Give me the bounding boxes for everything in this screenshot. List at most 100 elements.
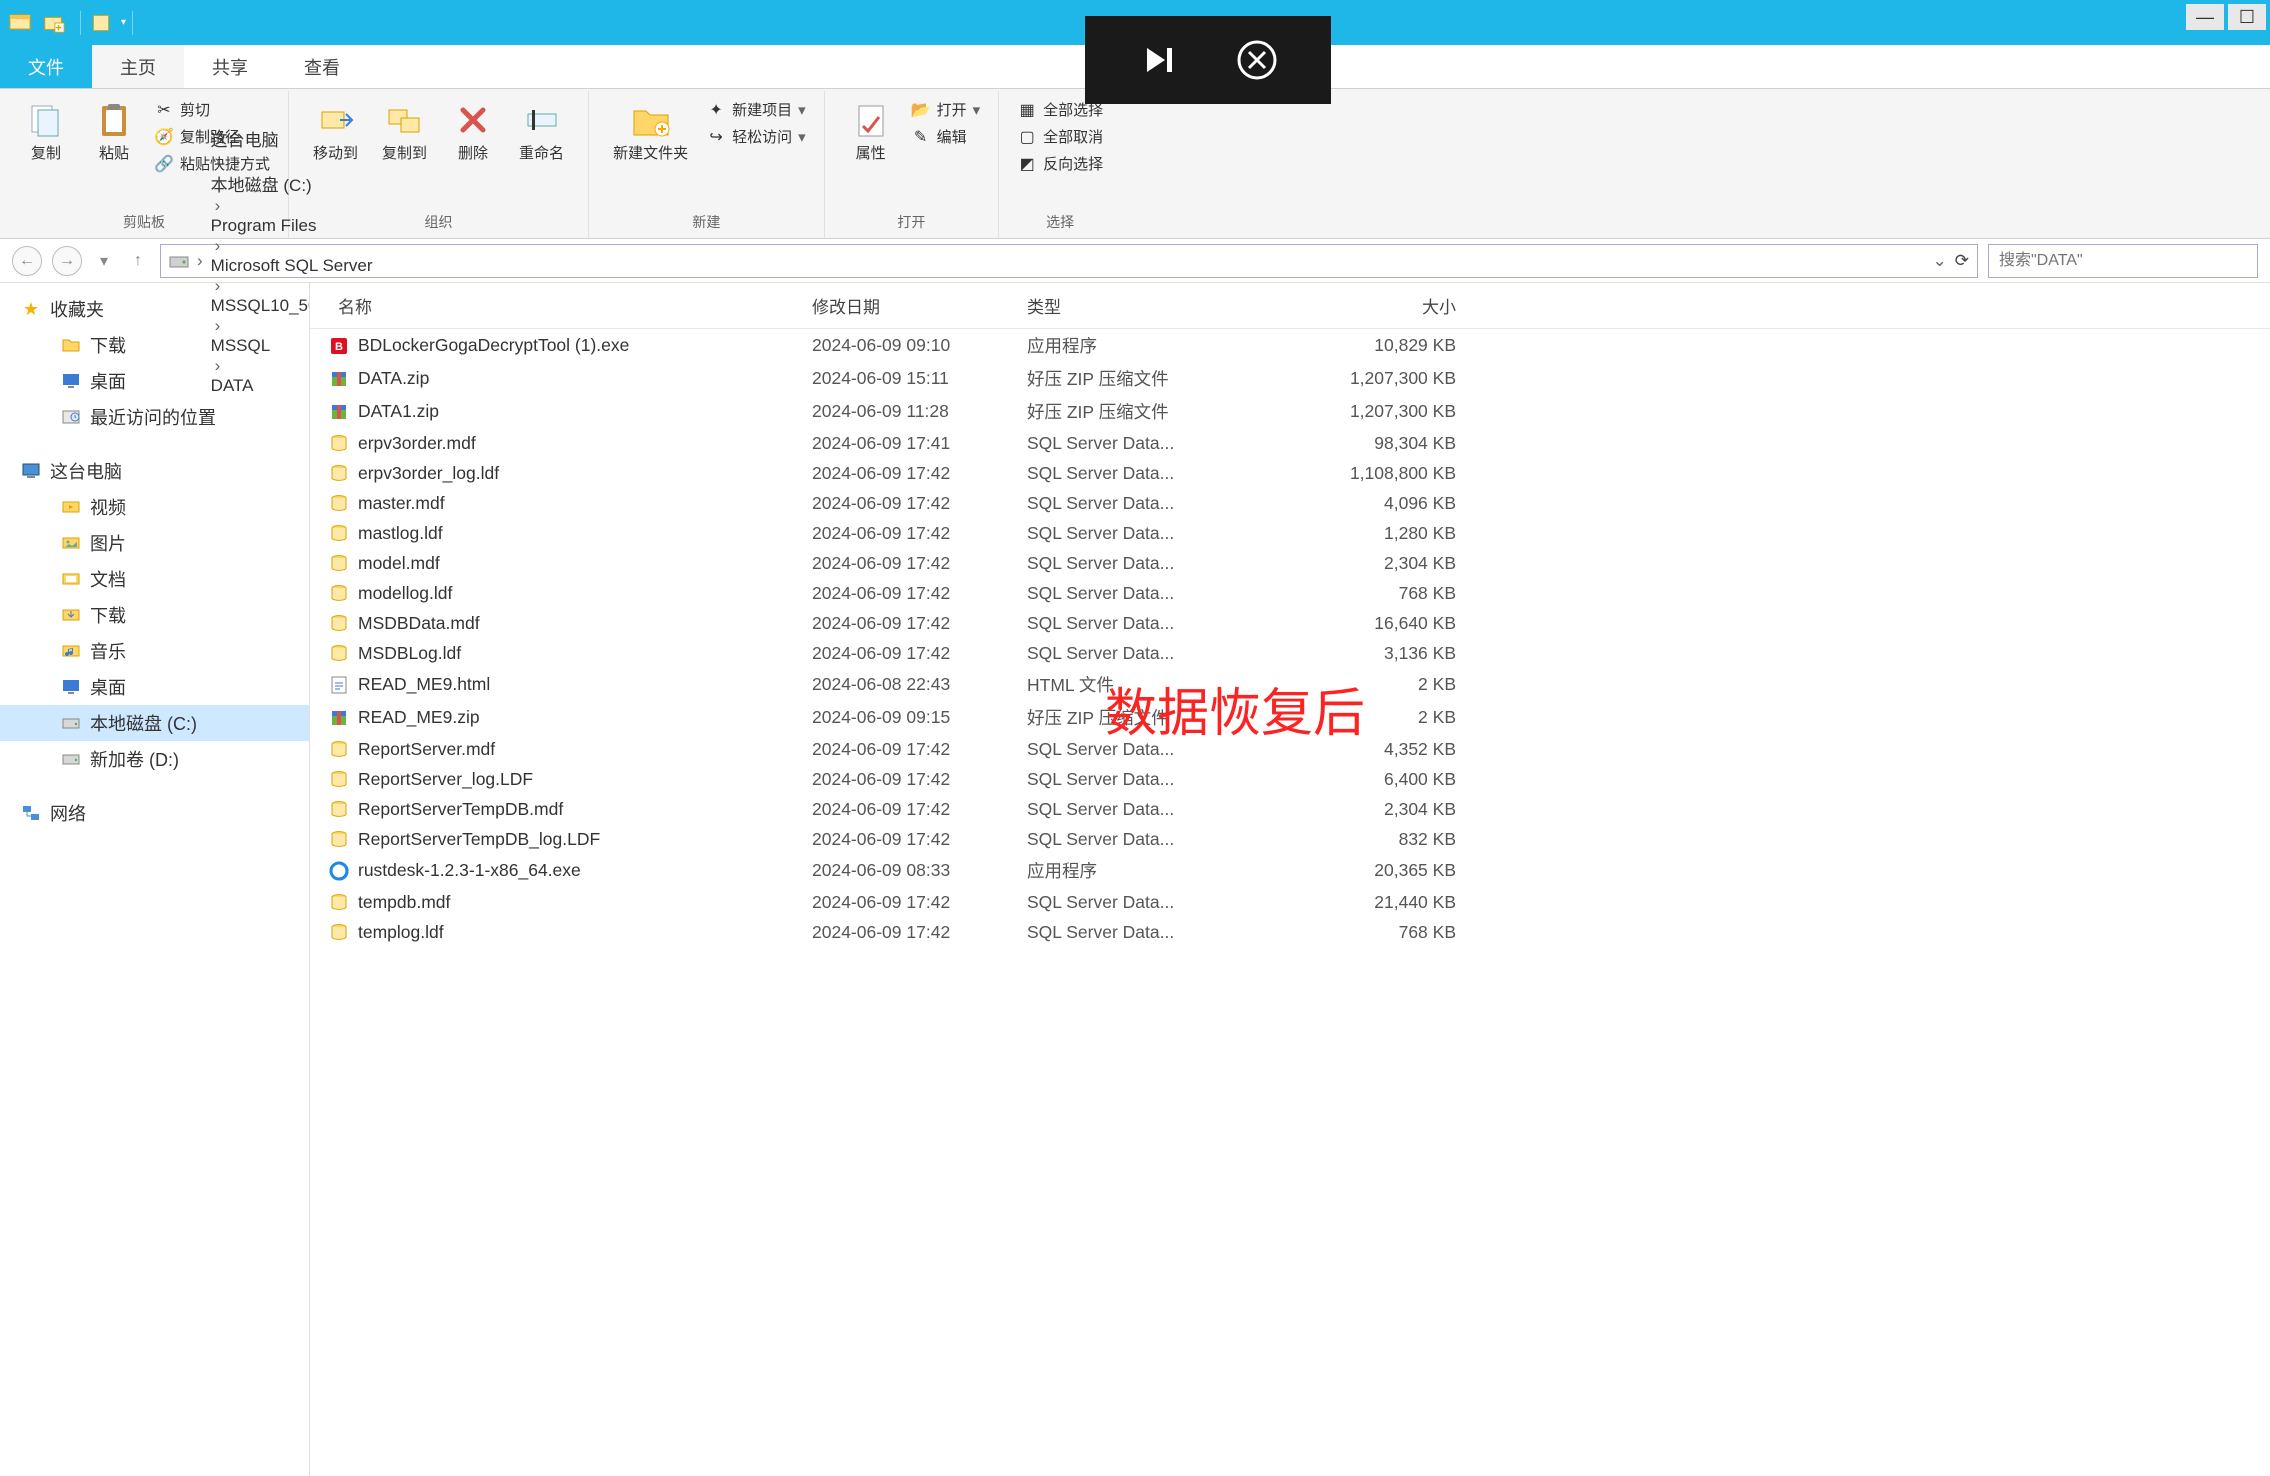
file-name: MSDBLog.ldf — [358, 643, 461, 664]
star-icon: ★ — [20, 298, 42, 320]
breadcrumb-segment[interactable]: Program Files — [211, 216, 452, 236]
delete-button[interactable]: 删除 — [445, 95, 501, 167]
breadcrumb-segment[interactable]: Microsoft SQL Server — [211, 256, 452, 276]
cut-button[interactable]: ✂剪切 — [154, 99, 270, 120]
col-size[interactable]: 大小 — [1240, 283, 1478, 328]
file-name: READ_ME9.html — [358, 674, 490, 695]
breadcrumb-segment[interactable]: 本地磁盘 (C:) — [211, 171, 452, 196]
nav-item[interactable]: 图片 — [0, 525, 309, 561]
nav-item[interactable]: 新加卷 (D:) — [0, 741, 309, 777]
chevron-right-icon[interactable]: › — [211, 151, 225, 170]
file-row[interactable]: model.mdf2024-06-09 17:42SQL Server Data… — [310, 548, 2270, 578]
col-name[interactable]: 名称 — [310, 283, 800, 328]
address-dropdown-icon[interactable]: ⌄ — [1933, 251, 1947, 271]
file-row[interactable]: mastlog.ldf2024-06-09 17:42SQL Server Da… — [310, 518, 2270, 548]
file-type: SQL Server Data... — [1015, 579, 1240, 608]
file-row[interactable]: erpv3order_log.ldf2024-06-09 17:42SQL Se… — [310, 458, 2270, 488]
refresh-button[interactable]: ⟳ — [1955, 251, 1969, 271]
paste-button[interactable]: 粘贴 — [86, 95, 142, 167]
maximize-button[interactable]: ☐ — [2228, 4, 2266, 30]
nav-item[interactable]: 桌面 — [0, 363, 309, 399]
play-next-button[interactable] — [1136, 37, 1182, 83]
network-icon — [20, 802, 42, 824]
nav-item[interactable]: 文档 — [0, 561, 309, 597]
pictures-icon — [60, 532, 82, 554]
address-bar[interactable]: › 这台电脑›本地磁盘 (C:)›Program Files›Microsoft… — [160, 244, 1978, 278]
new-item-button[interactable]: ✦新建项目▾ — [706, 99, 806, 120]
file-name: mastlog.ldf — [358, 523, 443, 544]
file-date: 2024-06-09 09:15 — [800, 703, 1015, 732]
file-row[interactable]: READ_ME9.html2024-06-08 22:43HTML 文件2 KB — [310, 668, 2270, 701]
floating-toolbar — [1085, 16, 1331, 104]
chevron-right-icon[interactable]: › — [211, 196, 225, 215]
file-row[interactable]: erpv3order.mdf2024-06-09 17:41SQL Server… — [310, 428, 2270, 458]
back-button[interactable]: ← — [12, 246, 42, 276]
file-row[interactable]: rustdesk-1.2.3-1-x86_64.exe2024-06-09 08… — [310, 854, 2270, 887]
file-date: 2024-06-09 17:42 — [800, 609, 1015, 638]
file-name: modellog.ldf — [358, 583, 452, 604]
file-row[interactable]: DATA1.zip2024-06-09 11:28好压 ZIP 压缩文件1,20… — [310, 395, 2270, 428]
file-icon: B — [328, 335, 350, 357]
select-none-button[interactable]: ▢全部取消 — [1017, 126, 1103, 147]
qat-item-icon[interactable] — [87, 9, 115, 37]
forward-button[interactable]: → — [52, 246, 82, 276]
nav-favorites[interactable]: ★ 收藏夹 — [0, 291, 309, 327]
file-row[interactable]: ReportServer_log.LDF2024-06-09 17:42SQL … — [310, 764, 2270, 794]
easy-access-button[interactable]: ↪轻松访问▾ — [706, 126, 806, 147]
col-type[interactable]: 类型 — [1015, 283, 1240, 328]
nav-network[interactable]: 网络 — [0, 795, 309, 831]
select-none-icon: ▢ — [1017, 127, 1037, 147]
file-row[interactable]: BBDLockerGogaDecryptTool (1).exe2024-06-… — [310, 329, 2270, 362]
nav-this-pc[interactable]: 这台电脑 — [0, 453, 309, 489]
search-input[interactable] — [1988, 244, 2258, 278]
minimize-button[interactable]: — — [2186, 4, 2224, 30]
file-row[interactable]: MSDBLog.ldf2024-06-09 17:42SQL Server Da… — [310, 638, 2270, 668]
tab-home[interactable]: 主页 — [92, 45, 184, 88]
tab-share[interactable]: 共享 — [184, 45, 276, 88]
file-name: rustdesk-1.2.3-1-x86_64.exe — [358, 860, 581, 881]
invert-selection-button[interactable]: ◩反向选择 — [1017, 153, 1103, 174]
nav-item[interactable]: 视频 — [0, 489, 309, 525]
file-row[interactable]: master.mdf2024-06-09 17:42SQL Server Dat… — [310, 488, 2270, 518]
copy-button[interactable]: 复制 — [18, 95, 74, 167]
file-size: 1,280 KB — [1240, 519, 1478, 548]
qat-dropdown-icon[interactable]: ▾ — [121, 17, 126, 28]
file-icon — [328, 860, 350, 882]
new-folder-button[interactable]: 新建文件夹 — [607, 95, 694, 167]
edit-button[interactable]: ✎编辑 — [911, 126, 981, 147]
file-row[interactable]: READ_ME9.zip2024-06-09 09:15好压 ZIP 压缩文件2… — [310, 701, 2270, 734]
nav-item[interactable]: 下载 — [0, 597, 309, 633]
file-row[interactable]: templog.ldf2024-06-09 17:42SQL Server Da… — [310, 917, 2270, 947]
nav-item[interactable]: 本地磁盘 (C:) — [0, 705, 309, 741]
open-button[interactable]: 📂打开▾ — [911, 99, 981, 120]
ribbon-group-select: ▦全部选择 ▢全部取消 ◩反向选择 选择 — [999, 91, 1121, 238]
recent-locations-button[interactable]: ▾ — [92, 249, 116, 273]
file-row[interactable]: tempdb.mdf2024-06-09 17:42SQL Server Dat… — [310, 887, 2270, 917]
qat-new-folder-icon[interactable] — [40, 9, 68, 37]
properties-button[interactable]: 属性 — [843, 95, 899, 167]
file-row[interactable]: DATA.zip2024-06-09 15:11好压 ZIP 压缩文件1,207… — [310, 362, 2270, 395]
copy-icon — [25, 99, 67, 141]
nav-item[interactable]: 音乐 — [0, 633, 309, 669]
file-row[interactable]: modellog.ldf2024-06-09 17:42SQL Server D… — [310, 578, 2270, 608]
close-overlay-button[interactable] — [1234, 37, 1280, 83]
easy-access-icon: ↪ — [706, 127, 726, 147]
file-row[interactable]: ReportServerTempDB.mdf2024-06-09 17:42SQ… — [310, 794, 2270, 824]
file-icon — [328, 768, 350, 790]
tab-file[interactable]: 文件 — [0, 45, 92, 88]
col-date[interactable]: 修改日期 — [800, 283, 1015, 328]
tab-view[interactable]: 查看 — [276, 45, 368, 88]
nav-item[interactable]: 最近访问的位置 — [0, 399, 309, 435]
file-row[interactable]: ReportServer.mdf2024-06-09 17:42SQL Serv… — [310, 734, 2270, 764]
breadcrumb-segment[interactable]: 这台电脑 — [211, 126, 452, 151]
chevron-right-icon[interactable]: › — [193, 251, 207, 271]
file-row[interactable]: MSDBData.mdf2024-06-09 17:42SQL Server D… — [310, 608, 2270, 638]
file-row[interactable]: ReportServerTempDB_log.LDF2024-06-09 17:… — [310, 824, 2270, 854]
main-area: ★ 收藏夹 下载桌面最近访问的位置 这台电脑 视频图片文档下载音乐桌面本地磁盘 … — [0, 283, 2270, 1476]
rename-button[interactable]: 重命名 — [513, 95, 570, 167]
up-button[interactable]: ↑ — [126, 249, 150, 273]
chevron-right-icon[interactable]: › — [211, 236, 225, 255]
nav-item[interactable]: 桌面 — [0, 669, 309, 705]
file-name: ReportServer.mdf — [358, 739, 495, 760]
nav-item[interactable]: 下载 — [0, 327, 309, 363]
